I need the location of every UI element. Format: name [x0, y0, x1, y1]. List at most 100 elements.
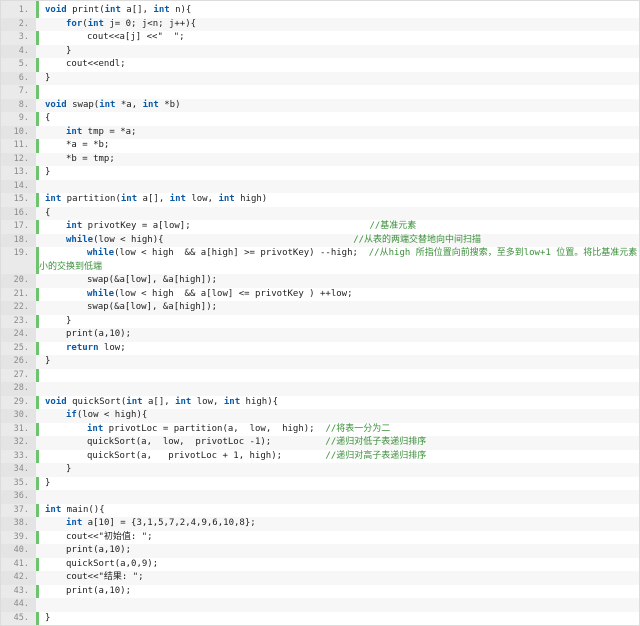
- comment: //递归对低子表递归排序: [325, 437, 427, 447]
- code-line: 40. print(a,10);: [1, 544, 639, 558]
- code-token: *b = tmp;: [66, 153, 115, 164]
- code-text: {: [45, 207, 50, 221]
- code-token: privotKey = a[low];: [82, 221, 370, 231]
- code-token: (low < high){: [76, 410, 148, 420]
- keyword: int: [126, 396, 143, 407]
- keyword: int: [45, 504, 62, 515]
- line-number: 13.: [13, 167, 29, 177]
- code-text: }: [66, 315, 71, 329]
- line-number: 38.: [1, 517, 36, 531]
- comment: //从high 所指位置向前搜索，至多到low+1 位置。将比基准元素: [368, 248, 638, 258]
- code-token: print(: [66, 5, 105, 15]
- code-token: }: [66, 315, 72, 326]
- code-text: for(int j= 0; j<n; j++){: [66, 18, 196, 32]
- keyword: int: [99, 99, 116, 110]
- line-number: 21.: [13, 288, 29, 299]
- code-line: 33. quickSort(a, privotLoc + 1, high); //…: [1, 450, 639, 464]
- line-number: 37.: [13, 504, 29, 515]
- code-line: 16. {: [1, 206, 639, 221]
- code-token: swap(&a[low], &a[high]);: [87, 302, 218, 312]
- code-text: }: [45, 166, 50, 180]
- code-token: quickSort(: [66, 396, 127, 407]
- code-token: print(a,10);: [66, 585, 132, 596]
- line-number: 34.: [1, 463, 36, 477]
- code-line: 25. return low;: [1, 342, 639, 356]
- code-text: quickSort(a, low, privotLoc -1); //递归对低子…: [87, 436, 426, 450]
- code-token: (low < high && a[low] <= privotKey ) ++l…: [114, 288, 353, 299]
- code-text: }: [66, 45, 71, 59]
- code-token: *b): [158, 99, 181, 110]
- keyword: void: [45, 5, 67, 15]
- line-number: 32.: [1, 436, 36, 450]
- code-line: 8. void swap(int *a, int *b): [1, 98, 639, 113]
- code-line: 11. *a = *b;: [1, 139, 639, 153]
- code-text: *a = *b;: [66, 139, 109, 153]
- keyword: void: [45, 99, 67, 110]
- line-number: 19.: [13, 248, 29, 258]
- code-text: if(low < high){: [66, 409, 147, 423]
- code-text: while(low < high && a[high] >= privotKey…: [87, 247, 637, 261]
- code-token: main(){: [61, 504, 105, 515]
- code-line: 1. void print(int a[], int n){: [1, 4, 639, 18]
- line-number: 41.: [13, 558, 29, 569]
- line-number: 25.: [13, 342, 29, 353]
- code-token: swap(&a[low], &a[high]);: [87, 275, 218, 285]
- keyword: int: [153, 5, 170, 15]
- line-number: 6.: [1, 71, 36, 85]
- keyword: int: [169, 194, 186, 204]
- line-number: 10.: [1, 125, 36, 139]
- line-number: 30.: [1, 409, 36, 423]
- line-number: 4.: [1, 44, 36, 58]
- code-token: print(a,10);: [66, 545, 132, 555]
- comment: //基准元素: [369, 221, 417, 231]
- line-number: 3.: [18, 32, 29, 42]
- code-listing: 1. void print(int a[], int n){2. for(int j…: [0, 0, 640, 626]
- code-line: 28.: [1, 382, 639, 396]
- line-number: 15.: [13, 194, 29, 204]
- keyword: while: [87, 248, 115, 258]
- code-line: 22. swap(&a[low], &a[high]);: [1, 301, 639, 315]
- keyword: int: [218, 194, 235, 204]
- comment: //将表一分为二: [325, 423, 391, 434]
- code-token: tmp = *a;: [82, 126, 137, 137]
- code-token: a[],: [120, 5, 154, 15]
- code-text: print(a,10);: [66, 585, 131, 599]
- code-token: high): [234, 194, 268, 204]
- code-text: int main(){: [45, 504, 105, 518]
- line-number: 45.: [13, 612, 29, 623]
- code-text: return low;: [66, 342, 126, 356]
- code-text: quickSort(a,0,9);: [66, 558, 158, 572]
- keyword: if: [66, 410, 77, 420]
- code-text: void swap(int *a, int *b): [45, 99, 181, 113]
- code-text: {: [45, 112, 50, 126]
- line-number: 18.: [1, 233, 36, 247]
- code-line: 15. int partition(int a[], int low, int h…: [1, 193, 639, 207]
- keyword: int: [142, 99, 159, 110]
- code-token: }: [45, 477, 51, 488]
- code-text: }: [45, 612, 50, 626]
- keyword: int: [66, 518, 83, 528]
- code-line: 12. *b = tmp;: [1, 152, 639, 166]
- code-line: 7.: [1, 85, 639, 99]
- code-token: *a,: [115, 99, 143, 110]
- keyword: int: [175, 396, 192, 407]
- code-token: }: [45, 612, 51, 623]
- code-line: 5. cout<<endl;: [1, 58, 639, 72]
- code-line: 3. cout<<a[j] <<" ";: [1, 31, 639, 45]
- comment: //从表的两端交替地向中间扫描: [353, 234, 482, 245]
- code-token: privotLoc = partition(a, low, high);: [103, 423, 326, 434]
- line-number: 40.: [1, 544, 36, 558]
- code-token: {: [45, 113, 51, 123]
- keyword: void: [45, 396, 67, 407]
- code-text: cout<<"初始值: ";: [66, 531, 153, 545]
- line-number: 11.: [13, 140, 29, 150]
- keyword: while: [66, 234, 94, 245]
- code-line: 35.}: [1, 477, 639, 491]
- code-line: 13.}: [1, 166, 639, 180]
- code-text: print(a,10);: [66, 544, 131, 558]
- code-text: cout<<"结果: ";: [66, 571, 144, 585]
- code-token: cout<<"初始值: ";: [66, 531, 153, 542]
- line-number: 31.: [13, 423, 29, 434]
- line-number: 1.: [18, 5, 29, 15]
- code-text: }: [45, 355, 50, 369]
